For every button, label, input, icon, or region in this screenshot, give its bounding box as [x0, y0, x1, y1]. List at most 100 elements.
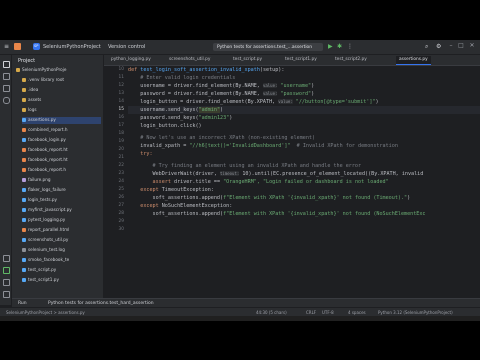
tree-item[interactable]: facebook_report.ht	[22, 157, 101, 164]
code-token: )	[311, 91, 315, 97]
code-token: "admin"	[198, 107, 221, 113]
more-tools-icon[interactable]	[3, 97, 10, 104]
code-line: password.send_keys("admin123")	[128, 114, 232, 122]
tree-item[interactable]: combined_report.h	[22, 127, 101, 134]
tree-item[interactable]: smoke_facebook_te	[22, 257, 101, 264]
menu-icon[interactable]: ≡	[4, 43, 9, 50]
tree-item[interactable]: assets	[22, 97, 101, 104]
editor-tab[interactable]: screenshots_util.py	[166, 56, 213, 64]
tree-item-label: logs	[28, 107, 37, 112]
title-bar: ≡ SP SeleniumPythonProject Version contr…	[0, 40, 480, 55]
code-token: # Invalid XPath for demonstration	[290, 143, 398, 149]
problems-icon[interactable]	[3, 291, 10, 298]
tree-item[interactable]: test_script.py	[22, 267, 101, 274]
code-line: username.send_keys("admin")	[128, 106, 223, 114]
os-taskbar	[0, 316, 480, 321]
tree-item-label: facebook_report.h	[28, 167, 66, 172]
code-token: "//h6[text()='InvalidDashboard']"	[189, 143, 291, 149]
folder-icon[interactable]	[3, 61, 10, 68]
line-number: 21	[118, 155, 124, 160]
code-token: except	[128, 203, 159, 209]
editor-tab[interactable]: test_script.py	[230, 56, 265, 64]
maximize-button[interactable]: □	[457, 42, 465, 51]
structure-icon[interactable]	[3, 85, 10, 92]
code-line: # Enter valid login credentials	[128, 75, 236, 81]
code-token: )	[229, 115, 233, 121]
param-hint: timeout:	[220, 171, 240, 176]
run-icon[interactable]: ▶	[328, 43, 333, 50]
editor-tab[interactable]: assertions.py	[396, 56, 431, 65]
tree-item[interactable]: selenium_test.log	[22, 247, 101, 254]
tree-item[interactable]: login_tests.py	[22, 197, 101, 204]
tree-item[interactable]: logs	[22, 107, 101, 114]
tree-item-label: .idea	[28, 87, 39, 92]
tree-item-label: screenshots_util.py	[28, 237, 69, 242]
editor-tab[interactable]: test_script2.py	[332, 56, 370, 64]
indent-setting[interactable]: 4 spaces	[348, 310, 366, 315]
editor-tab[interactable]: python_logging.py	[108, 56, 154, 64]
editor-tabs: python_logging.py screenshots_util.py test…	[104, 55, 480, 66]
status-bar: SeleniumPythonProject > assertions.py 44…	[0, 307, 480, 316]
terminal-icon[interactable]	[3, 279, 10, 286]
line-number: 26	[118, 195, 124, 200]
line-number: 10	[118, 67, 124, 72]
tree-item[interactable]: .venv library root	[22, 77, 101, 84]
project-panel-title[interactable]: Project	[18, 58, 35, 64]
editor-tab-label: python_logging.py	[111, 57, 151, 62]
folder-icon	[22, 88, 26, 92]
tree-item[interactable]: failure.png	[22, 177, 101, 184]
breadcrumb[interactable]: SeleniumPythonProject > assertions.py	[6, 310, 85, 315]
tree-item[interactable]: report_parallel.html	[22, 227, 101, 234]
cursor-position[interactable]: 44:30 (5 chars)	[256, 310, 287, 315]
debug-icon[interactable]: ✱	[337, 43, 342, 50]
code-editor[interactable]: def test_login_soft_assertion_invalid_xp…	[128, 66, 480, 298]
tree-item[interactable]: myfirst_javascript.py	[22, 207, 101, 214]
tree-item[interactable]: test_script1.py	[22, 277, 101, 284]
tree-item[interactable]: facebook_report.ht	[22, 147, 101, 154]
tree-item[interactable]: flaker_logs_failure	[22, 187, 101, 194]
tree-item[interactable]: facebook_login.py	[22, 137, 101, 144]
tree-item[interactable]: assertions.py	[22, 117, 101, 124]
commit-icon[interactable]	[3, 73, 10, 80]
folder-icon	[22, 98, 26, 102]
python-packages-icon[interactable]	[3, 255, 10, 262]
code-token: )	[407, 195, 411, 201]
file-icon	[22, 138, 26, 142]
run-tool-icon[interactable]	[3, 267, 10, 274]
param-hint: value:	[262, 91, 278, 96]
file-encoding[interactable]: UTF-8	[322, 310, 334, 315]
project-name[interactable]: SeleniumPythonProject	[43, 44, 101, 50]
close-button[interactable]: ✕	[468, 42, 476, 51]
file-icon	[22, 208, 26, 212]
run-panel-label[interactable]: Run	[18, 301, 27, 306]
tree-item[interactable]: facebook_report.h	[22, 167, 101, 174]
editor-tab[interactable]: test_script1.py	[282, 56, 320, 64]
project-badge[interactable]: SP	[33, 43, 40, 50]
code-token: test_login_soft_assertion_invalid_xpath	[140, 67, 260, 73]
line-numbers: 10 11 12 13 14 15 16 17 18 19 20 21 22 23 24 25 26 27 28 29…	[104, 66, 126, 298]
code-token: (setup):	[259, 67, 285, 73]
vcs-menu[interactable]: Version control	[108, 44, 145, 50]
line-number: 27	[118, 203, 124, 208]
more-icon[interactable]: ⋮	[347, 43, 353, 50]
line-separator[interactable]: CRLF	[306, 310, 316, 315]
line-number: 29	[118, 219, 124, 224]
tree-item[interactable]: screenshots_util.py	[22, 237, 101, 244]
tree-item[interactable]: pytest_logging.py	[22, 217, 101, 224]
interpreter-selector[interactable]: Python 3.12 (SeleniumPythonProject)	[378, 310, 453, 315]
tree-item[interactable]: SeleniumPythonProje	[16, 67, 101, 74]
code-line: # Now let's use an incorrect XPath (non-…	[128, 135, 316, 141]
search-icon[interactable]: ⌕	[425, 43, 428, 51]
minimize-button[interactable]: –	[447, 42, 455, 51]
run-config-selector[interactable]: Python tests for assertions.test_...asse…	[213, 43, 323, 51]
settings-icon[interactable]: ⚙	[436, 43, 441, 50]
code-line: password = driver.find_element(By.NAME, …	[128, 90, 314, 98]
tree-item-label: flaker_logs_failure	[28, 187, 66, 192]
tree-item[interactable]: .idea	[22, 87, 101, 94]
line-number: 11	[118, 75, 124, 80]
file-icon	[22, 128, 26, 132]
line-number: 28	[118, 211, 124, 216]
run-tab[interactable]: Python tests for assertions.test_hard_as…	[48, 301, 154, 306]
code-line: assert driver.title == "OrangeHRM", "Log…	[128, 178, 389, 186]
